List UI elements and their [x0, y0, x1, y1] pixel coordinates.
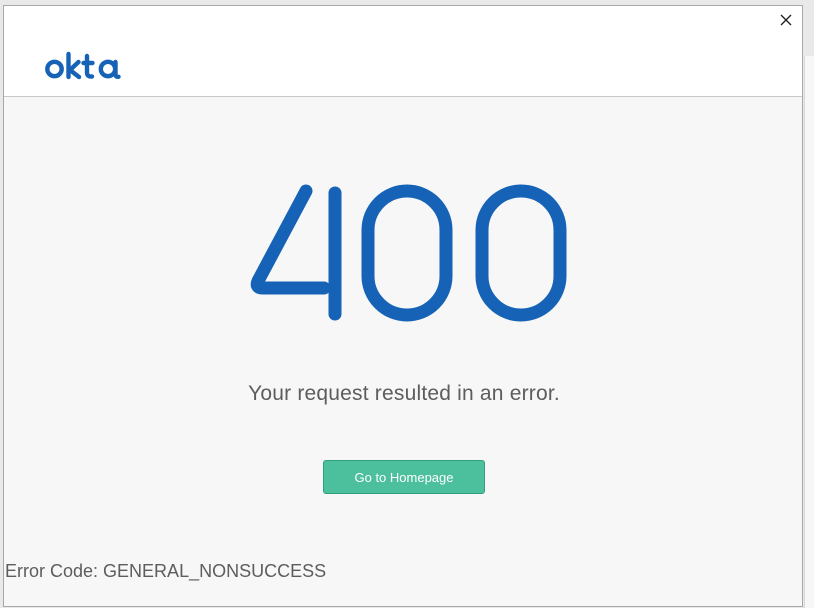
go-to-homepage-button[interactable]: Go to Homepage [323, 460, 485, 494]
error-code-label: Error Code: [5, 561, 99, 581]
okta-logo [45, 51, 121, 80]
status-code [250, 184, 567, 322]
dialog-header [4, 6, 802, 97]
error-dialog: Your request resulted in an error. Go to… [3, 5, 803, 607]
error-code: Error Code: GENERAL_NONSUCCESS [5, 561, 326, 582]
background-window-edge [804, 56, 814, 608]
close-button[interactable] [776, 10, 796, 30]
error-message: Your request resulted in an error. [248, 382, 560, 405]
close-icon [780, 14, 792, 26]
error-code-value: GENERAL_NONSUCCESS [103, 561, 327, 581]
